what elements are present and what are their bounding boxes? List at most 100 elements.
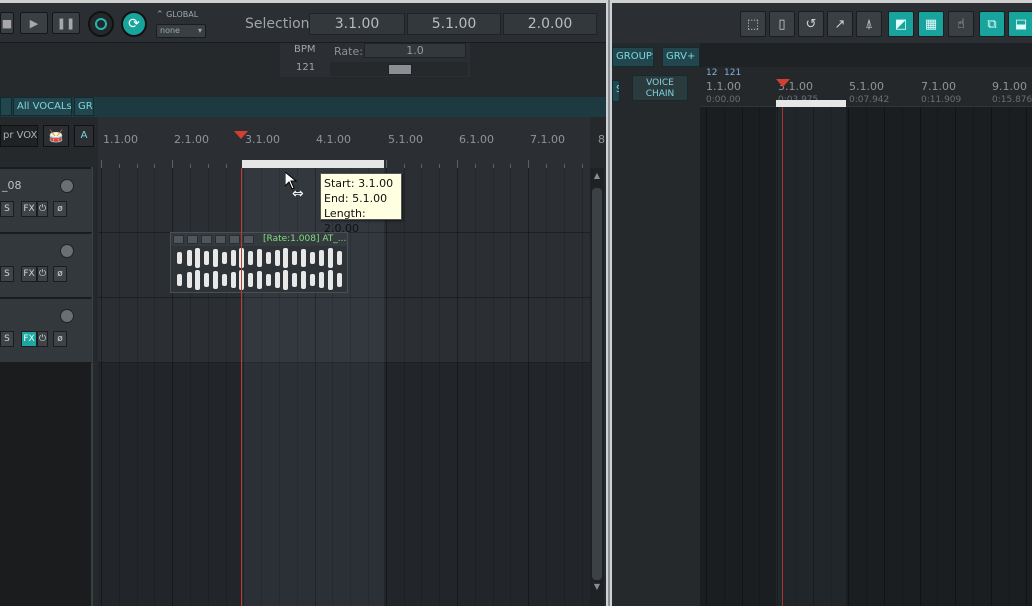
envelope-icon[interactable]: ↗ [827,11,853,37]
waveform-burst [231,272,236,288]
fx-button[interactable]: FX [21,201,37,217]
track-2[interactable]: S FX ⏻ ø [0,234,92,298]
rate-slider-thumb[interactable] [388,64,412,75]
global-automation-select[interactable]: none ▾ [156,24,206,38]
ruler-tick [528,160,530,168]
phase-button[interactable]: ø [53,201,67,217]
ruler-time: 0:11.909 [921,95,962,105]
folder-tab-prev[interactable] [0,97,12,116]
waveform-burst [301,249,306,267]
solo-button[interactable]: S [0,201,14,217]
rate-slider[interactable] [330,62,468,76]
item-env-icon[interactable] [243,235,254,244]
track-1[interactable]: _08 S FX ⏻ ø [0,169,92,233]
touch-icon[interactable]: ☝ [948,11,974,37]
item-pin-icon[interactable] [229,235,240,244]
scroll-thumb[interactable] [592,188,602,580]
folder-tab-gr[interactable]: GR [74,97,94,116]
waveform-burst [292,273,297,287]
scroll-up-icon[interactable]: ▲ [592,171,602,181]
record-icon [95,18,107,30]
folder-tab-all-vocals[interactable]: All VOCALs [13,97,72,116]
metronome-icon[interactable]: ⍋ [856,11,882,37]
fx-bypass-button[interactable]: ⏻ [37,331,48,347]
vox-track-button[interactable]: pr VOX [0,125,38,147]
lock-icon[interactable]: ⬓ [1008,11,1032,37]
phase-button[interactable]: ø [53,266,67,282]
ruler-label: 7.1.00 [530,133,565,146]
grid-line [546,168,547,606]
pause-button[interactable]: ❚❚ [52,12,80,34]
volume-knob[interactable] [60,244,74,258]
selection-end-field[interactable]: 5.1.00 [407,13,501,35]
volume-knob[interactable] [60,309,74,323]
scroll-down-icon[interactable]: ▼ [592,582,602,592]
grid-line [528,168,530,606]
edit-cursor-marker[interactable] [776,79,790,87]
play-button[interactable]: ▶ [20,12,48,34]
ruler-time: 0:07.942 [849,95,890,105]
voice-chain-button[interactable]: VOICE CHAIN [632,75,688,101]
item-mute-icon[interactable] [187,235,198,244]
auto-crossfade-icon[interactable]: ⧉ [979,11,1005,37]
new-project-icon[interactable]: ▯ [769,11,795,37]
drum-button[interactable]: 🥁 [43,125,69,147]
global-automation-value: none [160,26,180,35]
media-item[interactable]: [Rate:1.008] AT_... [170,232,348,293]
grv-button[interactable]: GRV+ [662,47,700,67]
track-3[interactable]: S FX ⏻ ø [0,299,92,363]
time-selection-bar[interactable] [776,100,846,107]
grid-line [421,168,423,606]
time-selection-region[interactable] [776,107,846,606]
grid-line [474,168,476,606]
fx-button[interactable]: FX [21,331,37,347]
track-name[interactable]: _08 [2,179,22,192]
ruler-top-b: 121 [724,68,742,78]
vertical-scrollbar[interactable]: ▲ ▼ [590,168,604,606]
volume-knob[interactable] [60,179,74,193]
grid-line [154,168,156,606]
item-properties-icon[interactable]: ⬚ [740,11,766,37]
secondary-arrange-view[interactable] [700,107,1032,606]
grid-icon[interactable]: ▦ [918,11,944,37]
phase-icon: ø [57,269,63,279]
record-button[interactable] [88,11,114,37]
waveform-burst [213,249,218,267]
item-lock-icon[interactable] [173,235,184,244]
grid-line [1008,107,1010,606]
grid-line [581,168,583,606]
selection-start-field[interactable]: 3.1.00 [309,13,405,35]
rate-field[interactable]: 1.0 [364,43,466,58]
stop-button[interactable]: ■ [0,12,14,34]
item-fx-icon[interactable] [201,235,212,244]
groups-button[interactable]: GROUPS [612,47,654,67]
bpm-value[interactable]: 121 [296,62,315,73]
ruler-label: 1.1.00 [706,80,741,93]
fx-button[interactable]: FX [21,266,37,282]
selection-length-field[interactable]: 2.0.00 [503,13,597,35]
a-button[interactable]: A [74,125,94,147]
grid-line [1026,107,1028,606]
ripple-edit-icon[interactable]: ↺ [798,11,824,37]
waveform-burst [328,248,333,268]
item-take-icon[interactable] [215,235,226,244]
grid-line [937,107,939,606]
waveform-burst [213,271,218,289]
waveform-burst [301,271,306,289]
phase-button[interactable]: ø [53,331,67,347]
grid-line [563,168,565,606]
timeline-ruler[interactable]: 1.1.00 2.1.00 3.1.00 4.1.00 5.1.00 6.1.0… [98,117,605,168]
fx-bypass-button[interactable]: ⏻ [37,266,48,282]
solo-button[interactable]: S [0,331,14,347]
waveform-burst [187,250,192,266]
fx-bypass-button[interactable]: ⏻ [37,201,48,217]
waveform-burst [204,251,209,265]
solo-button[interactable]: S [0,266,14,282]
edit-cursor-marker[interactable] [234,131,248,139]
time-selection-bar[interactable] [242,160,384,168]
s-button[interactable]: S [612,80,620,102]
waveform-burst [283,248,288,268]
repeat-button[interactable]: ⟳ [121,11,147,37]
waveform-burst [187,272,192,288]
snap-icon[interactable]: ◩ [888,11,914,37]
